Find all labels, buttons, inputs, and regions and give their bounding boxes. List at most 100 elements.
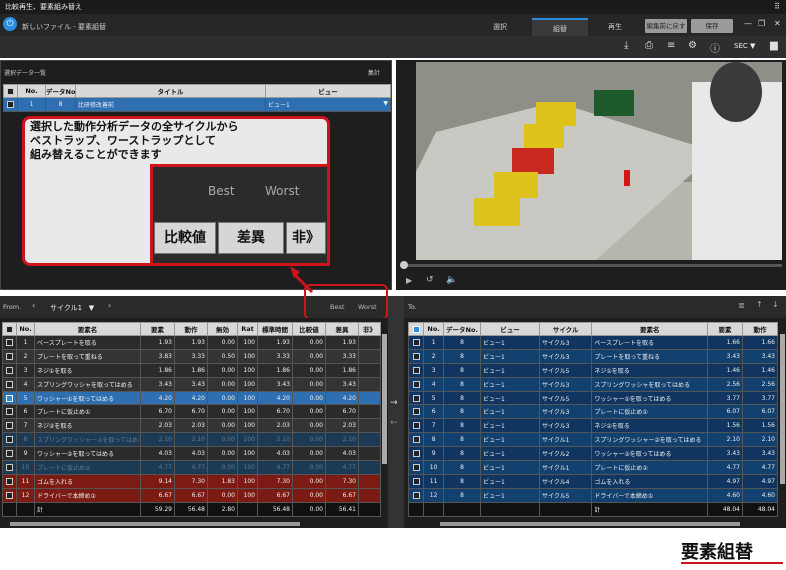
download-icon[interactable]: ⤓: [624, 40, 628, 51]
table-row[interactable]: 8 8 ビュー1 サイクル1 スプリングワッシャー②を取ってはめる 2.10 2.10: [407, 432, 778, 448]
row-checkbox[interactable]: [407, 390, 425, 406]
cell-value: 4.03: [257, 446, 293, 462]
restore-icon[interactable]: ❐: [758, 19, 765, 28]
col-element: 要素: [707, 322, 743, 336]
table-row[interactable]: 9 8 ビュー1 サイクル2 ワッシャー②を取ってはめる 3.43 3.43: [407, 446, 778, 462]
move-up-icon[interactable]: ↑: [756, 300, 763, 309]
row-checkbox[interactable]: [2, 376, 17, 392]
save-button[interactable]: 保存: [691, 19, 733, 33]
row-checkbox[interactable]: [2, 335, 17, 350]
tab-select[interactable]: 選択: [470, 18, 530, 36]
row-checkbox[interactable]: [2, 404, 17, 420]
row-checkbox[interactable]: [407, 487, 425, 503]
transfer-right-icon[interactable]: →: [390, 398, 398, 408]
row-checkbox[interactable]: [2, 390, 17, 406]
app-logo-icon: ⏻: [3, 17, 17, 31]
replay-icon[interactable]: ↺: [426, 275, 434, 285]
best-button[interactable]: Best: [330, 303, 344, 311]
worst-button[interactable]: Worst: [358, 303, 377, 311]
folder-icon[interactable]: ▆: [770, 40, 778, 51]
from-table-hscrollbar[interactable]: [10, 522, 300, 526]
aggregate-link[interactable]: 集計: [368, 68, 380, 77]
table-row[interactable]: 4 スプリングワッシャを取ってはめる 3.43 3.43 0.00 100 3.43 0.00…: [2, 376, 381, 392]
print-icon[interactable]: ⎙: [645, 40, 653, 51]
play-icon[interactable]: ▶: [406, 276, 412, 285]
table-row[interactable]: 3 8 ビュー1 サイクル5 ネジ①を取る 1.46 1.46: [407, 362, 778, 378]
row-checkbox[interactable]: [407, 446, 425, 462]
tab-playback[interactable]: 再生: [590, 18, 640, 36]
table-row[interactable]: 1 8 ビュー1 サイクル3 ベースプレートを取る 1.66 1.66: [407, 335, 778, 350]
row-checkbox[interactable]: [407, 335, 425, 350]
table-row[interactable]: 4 8 ビュー1 サイクル3 スプリングワッシャを取ってはめる 2.56 2.56: [407, 376, 778, 392]
revert-button[interactable]: 編集前に戻す: [645, 19, 687, 33]
row-checkbox[interactable]: [3, 97, 18, 112]
row-checkbox[interactable]: [2, 362, 17, 378]
table-row[interactable]: 10 プレートに仮止め② 4.77 4.77 0.00 100 4.77 0.00 4.77: [2, 460, 381, 475]
table-row[interactable]: 11 8 ビュー1 サイクル4 ゴムを入れる 4.97 4.97: [407, 473, 778, 489]
to-table-scrollbar[interactable]: [780, 334, 785, 484]
table-row[interactable]: 8 スプリングワッシャー②を取ってはめる 2.10 2.10 0.00 100 2.10 0.…: [2, 432, 381, 448]
table-row[interactable]: 6 プレートに仮止め① 6.70 6.70 0.00 100 6.70 0.00 6.70: [2, 404, 381, 420]
drag-icon[interactable]: ⠿: [774, 0, 780, 14]
list-icon[interactable]: ≡: [667, 40, 675, 51]
select-all-checkbox[interactable]: [3, 84, 18, 98]
row-checkbox[interactable]: [2, 418, 17, 434]
next-cycle-icon[interactable]: ›: [108, 301, 111, 310]
table-row[interactable]: 2 8 ビュー1 サイクル3 プレートを取って重ねる 3.43 3.43: [407, 348, 778, 364]
table-row[interactable]: 6 8 ビュー1 サイクル3 プレートに仮止め① 6.07 6.07: [407, 404, 778, 420]
table-row[interactable]: 10 8 ビュー1 サイクル1 プレートに仮止め② 4.77 4.77: [407, 460, 778, 475]
table-row[interactable]: 11 ゴムを入れる 9.14 7.30 1.83 100 7.30 0.00 7.30: [2, 473, 381, 489]
prev-cycle-icon[interactable]: ‹: [32, 301, 35, 310]
table-row[interactable]: 7 ネジ②を取る 2.03 2.03 0.00 100 2.03 0.00 2.03: [2, 418, 381, 434]
table-row[interactable]: 1 8 比研修改善前 ビュー1 ▼: [3, 97, 391, 112]
table-row[interactable]: 5 ワッシャー①を取ってはめる 4.20 4.20 0.00 100 4.20 0.00 4.2…: [2, 390, 381, 406]
cycle-select[interactable]: サイクル1 ▼: [50, 303, 94, 313]
seek-handle[interactable]: [400, 261, 408, 269]
tab-rearrange[interactable]: 組替: [532, 18, 588, 36]
row-checkbox[interactable]: [407, 460, 425, 475]
row-checkbox[interactable]: [2, 460, 17, 475]
row-checkbox[interactable]: [407, 404, 425, 420]
row-checkbox[interactable]: [2, 473, 17, 489]
table-row[interactable]: 12 ドライバーで本締め① 6.67 6.67 0.00 100 6.67 0.00 6.67: [2, 487, 381, 503]
cell-value: 0.00: [207, 404, 238, 420]
row-checkbox[interactable]: [2, 348, 17, 364]
close-icon[interactable]: ✕: [774, 19, 781, 28]
table-row[interactable]: 7 8 ビュー1 サイクル3 ネジ②を取る 1.56 1.56: [407, 418, 778, 434]
row-checkbox[interactable]: [2, 446, 17, 462]
volume-icon[interactable]: 🔈: [446, 275, 457, 285]
move-down-icon[interactable]: ↓: [772, 300, 779, 309]
to-select-all-checkbox[interactable]: [407, 322, 425, 336]
cell-value: 0.00: [292, 376, 326, 392]
from-table-scrollbar[interactable]: [382, 334, 387, 464]
cell-view: ビュー1: [480, 418, 540, 434]
video-frame[interactable]: [416, 62, 782, 260]
row-checkbox[interactable]: [407, 418, 425, 434]
row-checkbox[interactable]: [2, 487, 17, 503]
gear-icon[interactable]: ⚙: [688, 40, 697, 51]
from-select-all-checkbox[interactable]: [2, 322, 17, 336]
row-checkbox[interactable]: [407, 376, 425, 392]
transfer-left-icon[interactable]: ←: [390, 418, 398, 428]
view-select[interactable]: ビュー1 ▼: [265, 97, 391, 112]
info-icon[interactable]: ⓘ: [710, 40, 720, 55]
unit-select[interactable]: SEC ▼: [734, 42, 755, 50]
cell-element: 3.43: [707, 446, 743, 462]
row-checkbox[interactable]: [407, 348, 425, 364]
video-seek-bar[interactable]: [402, 264, 782, 267]
row-checkbox[interactable]: [407, 362, 425, 378]
cell-value: 100: [237, 460, 258, 475]
row-checkbox[interactable]: [407, 432, 425, 448]
cell-data-no: 8: [442, 460, 482, 475]
to-table-hscrollbar[interactable]: [440, 522, 740, 526]
minimize-icon[interactable]: —: [744, 19, 752, 28]
table-row[interactable]: 2 プレートを取って重ねる 3.83 3.33 0.50 100 3.33 0.00 3.33: [2, 348, 381, 364]
menu-icon[interactable]: ≣: [738, 301, 745, 310]
row-checkbox[interactable]: [2, 432, 17, 448]
table-row[interactable]: 9 ワッシャー②を取ってはめる 4.03 4.03 0.00 100 4.03 0.00 4.0…: [2, 446, 381, 462]
table-row[interactable]: 1 ベースプレートを取る 1.93 1.93 0.00 100 1.93 0.00 1.93: [2, 335, 381, 350]
table-row[interactable]: 5 8 ビュー1 サイクル5 ワッシャー①を取ってはめる 3.77 3.77: [407, 390, 778, 406]
table-row[interactable]: 12 8 ビュー1 サイクル5 ドライバーで本締め① 4.60 4.60: [407, 487, 778, 503]
table-row[interactable]: 3 ネジ①を取る 1.86 1.86 0.00 100 1.86 0.00 1.86: [2, 362, 381, 378]
row-checkbox[interactable]: [407, 473, 425, 489]
